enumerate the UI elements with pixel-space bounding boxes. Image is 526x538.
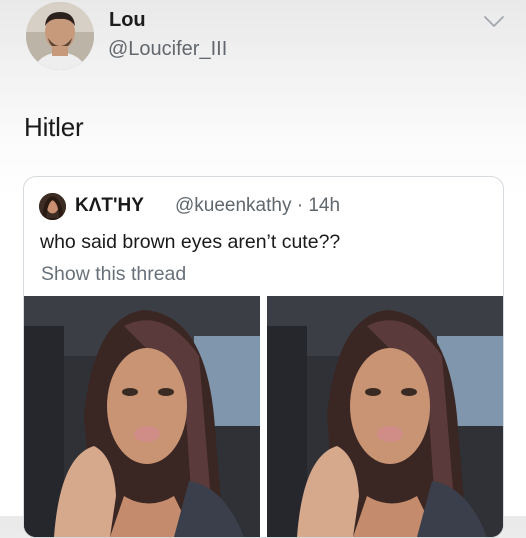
author-name[interactable]: Lou (109, 9, 146, 32)
tweet: Lou @Loucifer_III Hitler KΛT'HY @kueenka… (0, 0, 526, 538)
tweet-text: Hitler (24, 112, 84, 142)
show-thread-link[interactable]: Show this thread (41, 263, 186, 286)
quoted-tweet[interactable]: KΛT'HY @kueenkathy · 14h who said brown … (23, 176, 504, 538)
quoted-author-meta[interactable]: @kueenkathy · 14h (175, 195, 340, 217)
chevron-down-icon[interactable] (483, 15, 505, 29)
quoted-avatar[interactable] (39, 193, 66, 220)
selfie-photo-2[interactable] (267, 296, 503, 537)
selfie-photo-1[interactable] (24, 296, 260, 537)
avatar[interactable] (26, 2, 94, 70)
quoted-tweet-text: who said brown eyes aren’t cute?? (40, 231, 341, 253)
quoted-author-name[interactable]: KΛT'HY (75, 195, 144, 217)
author-handle[interactable]: @Loucifer_III (108, 38, 227, 61)
